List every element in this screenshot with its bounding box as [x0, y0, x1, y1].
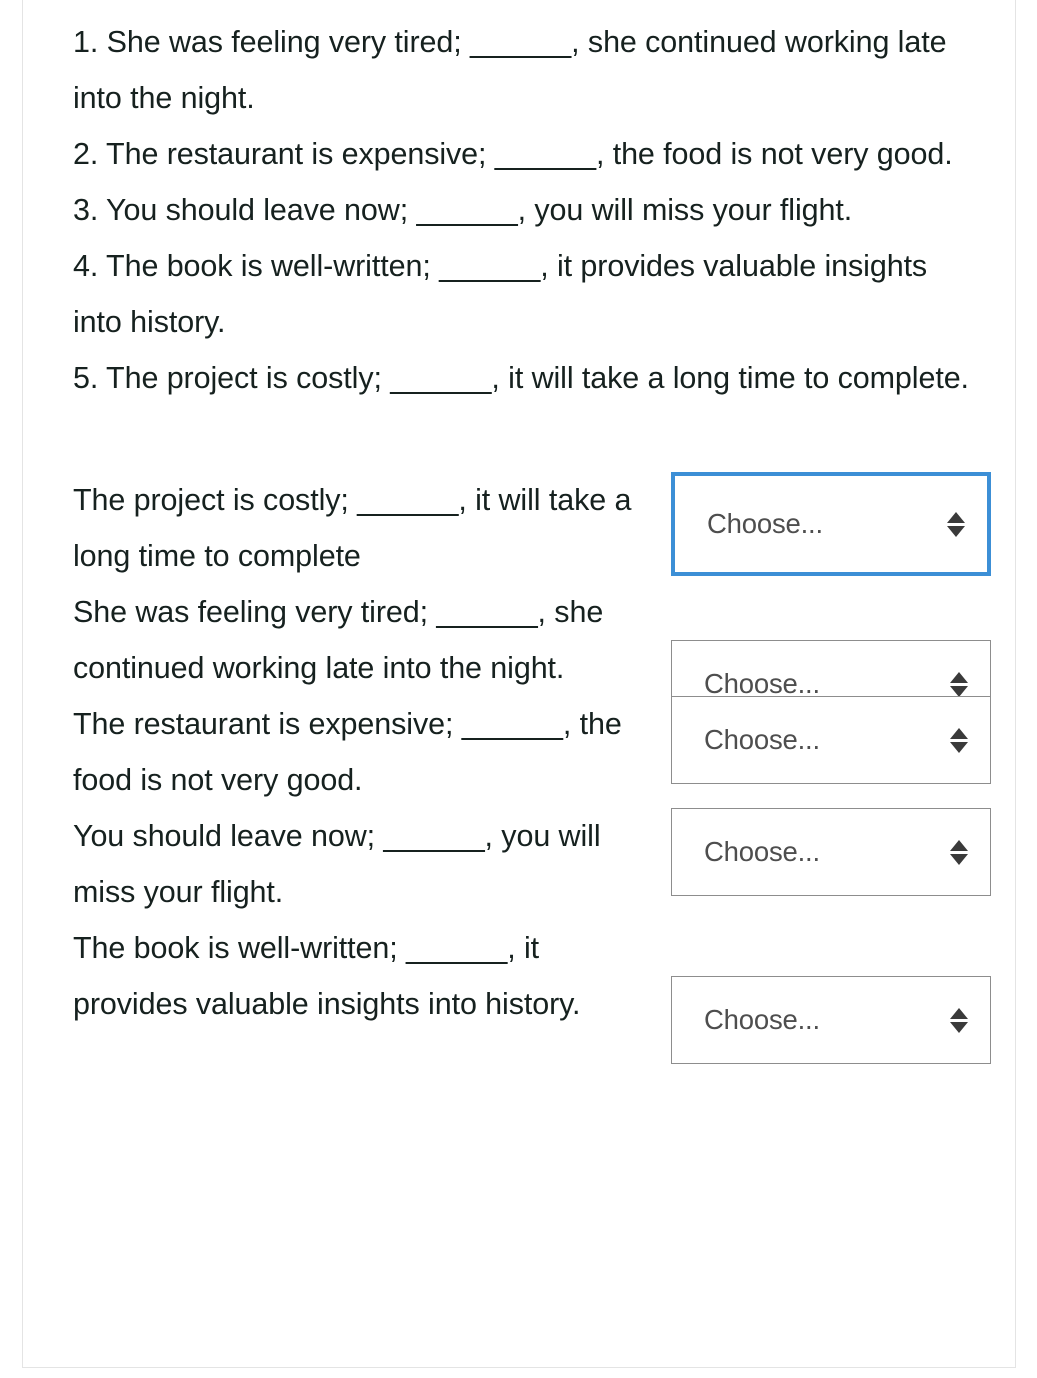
- answer-dropdown-3[interactable]: Choose...: [671, 696, 991, 784]
- dropdown-wrapper-1: Choose...: [671, 472, 991, 576]
- prompt-item-2: 2. The restaurant is expensive; ______, …: [73, 137, 953, 171]
- dropdown-wrapper-5: Choose...: [671, 976, 991, 1064]
- matching-row: She was feeling very tired; ______, she …: [73, 584, 991, 728]
- prompt-item-5: 5. The project is costly; ______, it wil…: [73, 361, 969, 395]
- exercise-content: 1. She was feeling very tired; ______, s…: [73, 14, 991, 1064]
- answer-dropdown-1[interactable]: Choose...: [671, 472, 991, 576]
- matching-row-sentence: You should leave now; ______, you will m…: [73, 819, 601, 909]
- matching-row-sentence: The restaurant is expensive; ______, the…: [73, 707, 622, 797]
- dropdown-wrapper-3: Choose...: [671, 696, 991, 784]
- updown-arrow-icon: [947, 511, 965, 537]
- updown-arrow-icon: [950, 839, 968, 865]
- answer-dropdown-4[interactable]: Choose...: [671, 808, 991, 896]
- prompt-item-1: 1. She was feeling very tired; ______, s…: [73, 25, 947, 115]
- answer-dropdown-5[interactable]: Choose...: [671, 976, 991, 1064]
- matching-rows-list: The project is costly; ______, it will t…: [73, 472, 991, 1064]
- dropdown-value-3: Choose...: [704, 724, 820, 755]
- prompt-item-3: 3. You should leave now; ______, you wil…: [73, 193, 853, 227]
- matching-row: The restaurant is expensive; ______, the…: [73, 696, 991, 808]
- updown-arrow-icon: [950, 671, 968, 697]
- updown-arrow-icon: [950, 727, 968, 753]
- dropdown-value-4: Choose...: [704, 836, 820, 867]
- dropdown-value-1: Choose...: [707, 508, 823, 539]
- matching-row: The book is well-written; ______, it pro…: [73, 920, 991, 1064]
- matching-row-sentence: She was feeling very tired; ______, she …: [73, 595, 604, 685]
- updown-arrow-icon: [950, 1007, 968, 1033]
- matching-row-sentence: The book is well-written; ______, it pro…: [73, 931, 581, 1021]
- prompt-item-4: 4. The book is well-written; ______, it …: [73, 249, 928, 339]
- exercise-page-container: 1. She was feeling very tired; ______, s…: [22, 0, 1016, 1368]
- matching-row-sentence: The project is costly; ______, it will t…: [73, 483, 632, 573]
- matching-row: The project is costly; ______, it will t…: [73, 472, 991, 584]
- matching-row: You should leave now; ______, you will m…: [73, 808, 991, 920]
- dropdown-value-5: Choose...: [704, 1004, 820, 1035]
- dropdown-wrapper-4: Choose...: [671, 808, 991, 896]
- numbered-prompt-list: 1. She was feeling very tired; ______, s…: [73, 14, 983, 406]
